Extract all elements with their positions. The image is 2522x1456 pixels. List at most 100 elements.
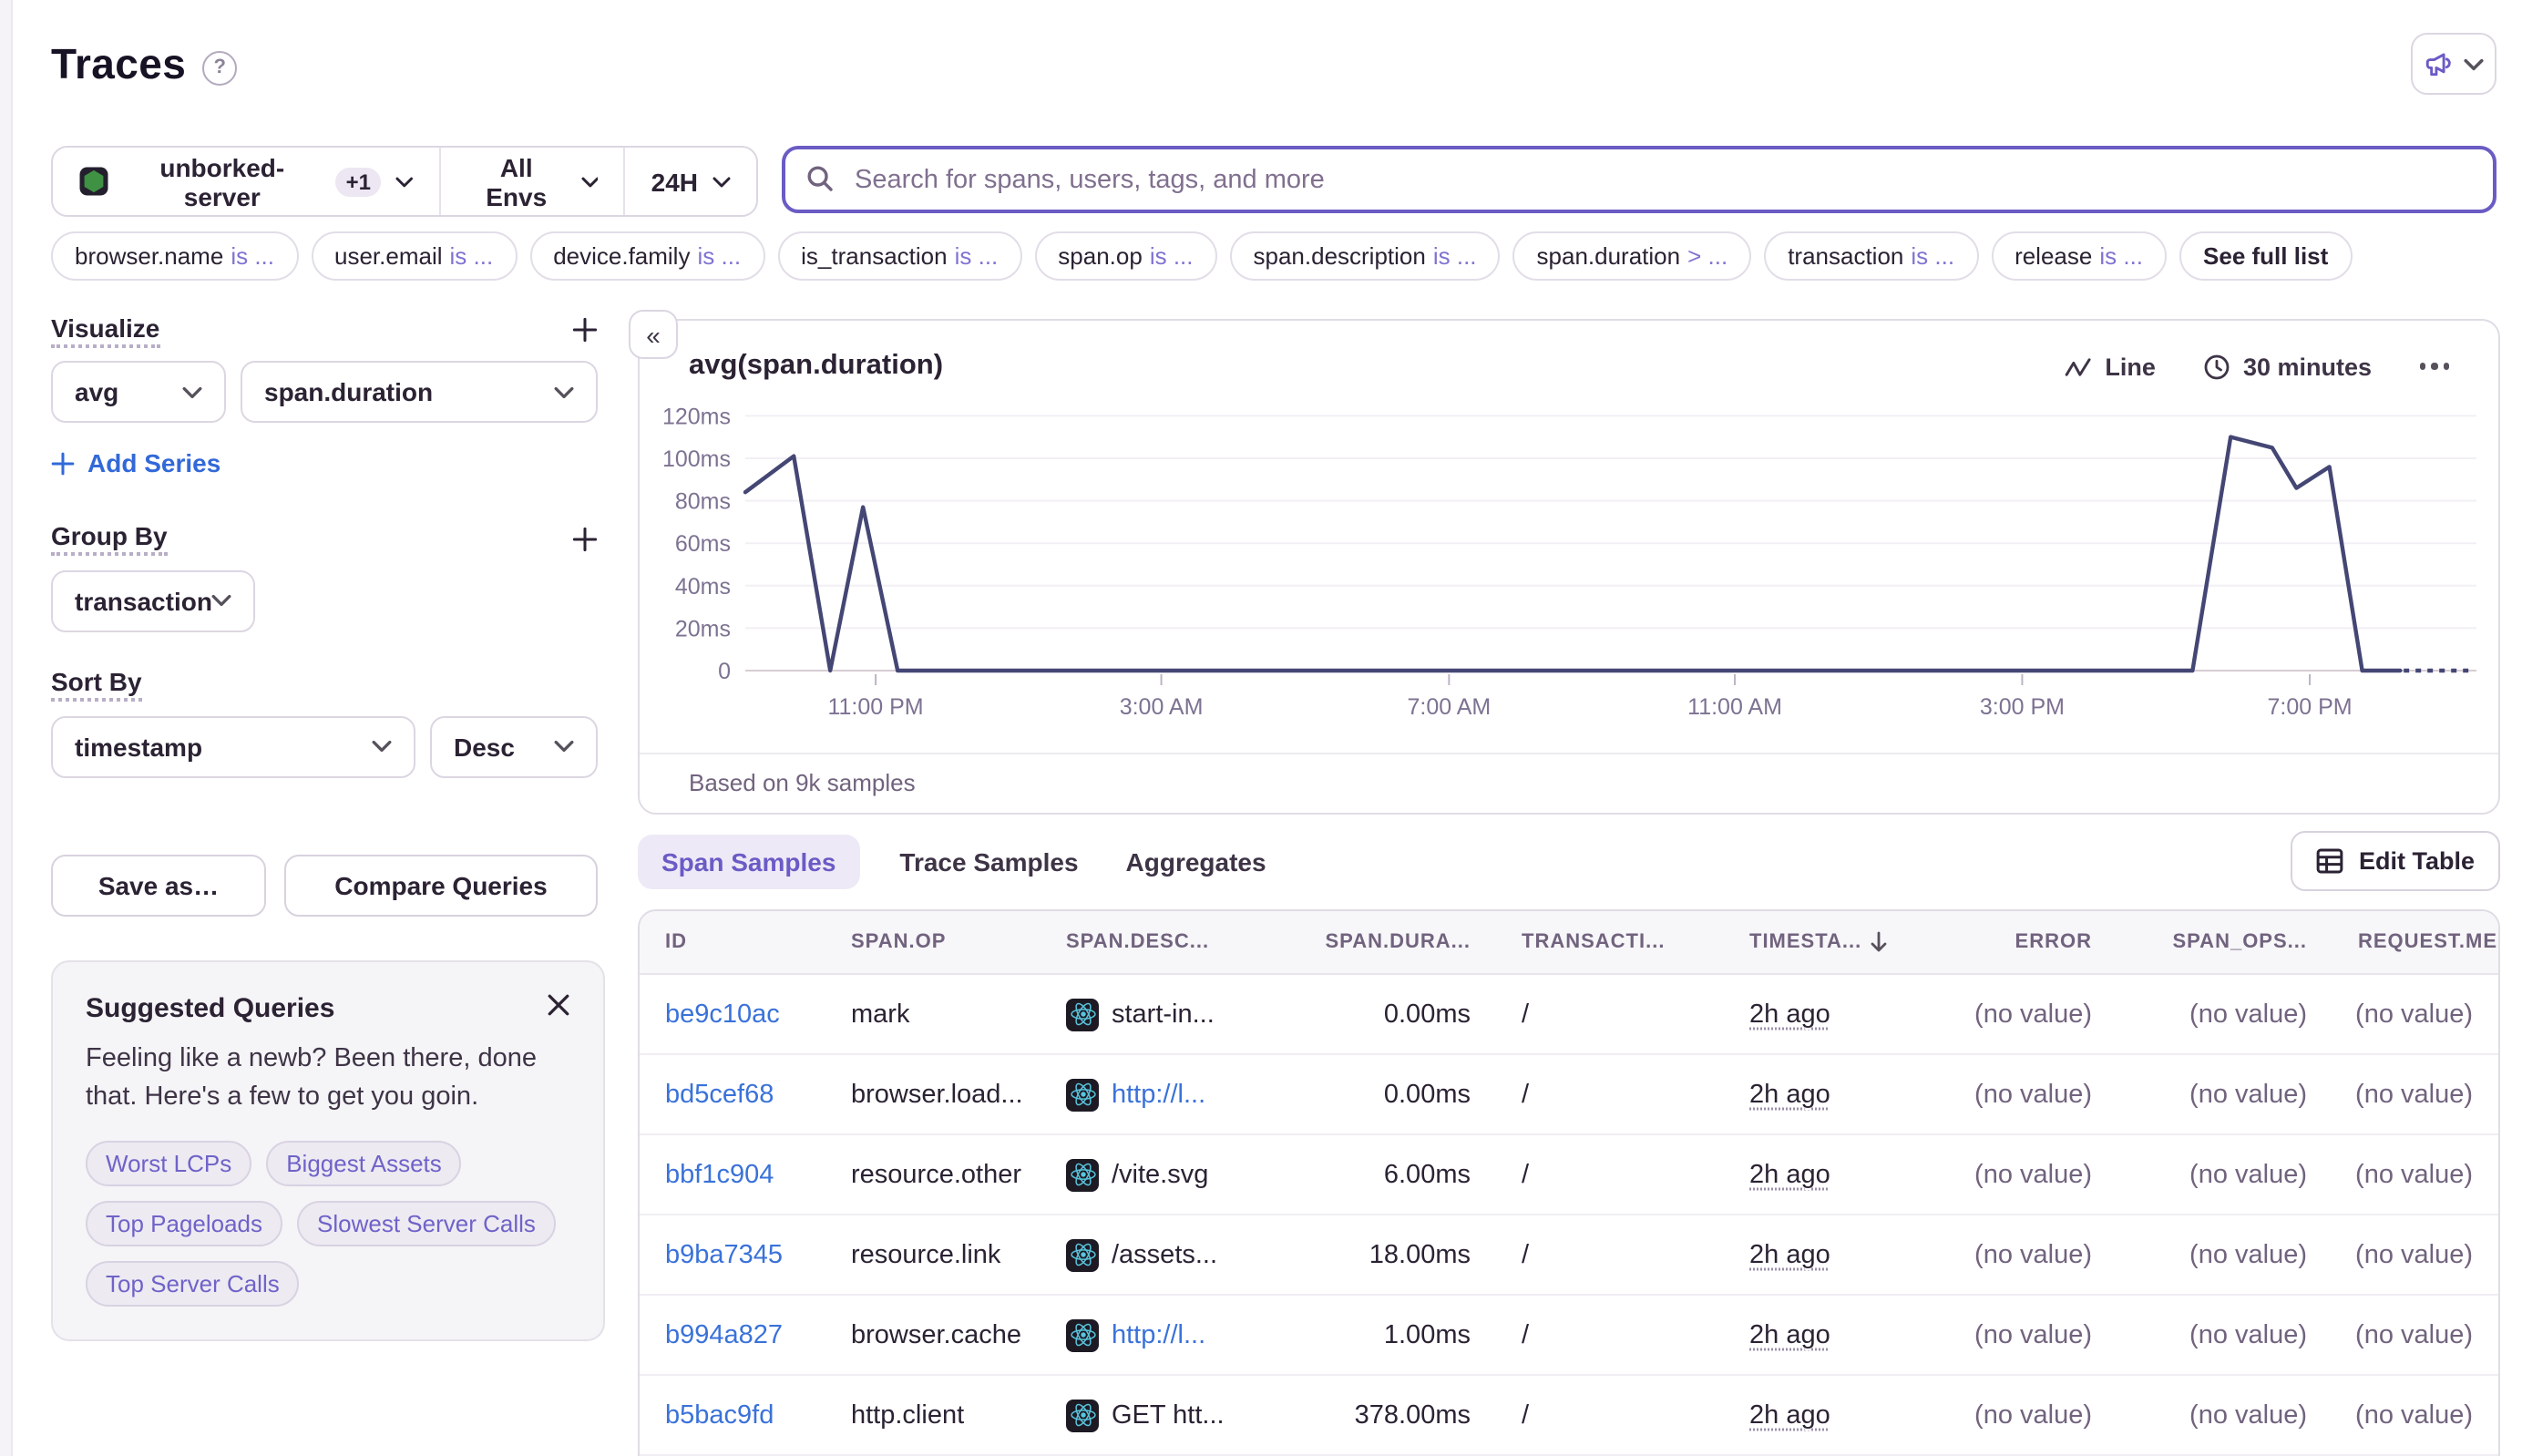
aggregate-select[interactable]: avg [51, 361, 226, 423]
group-by-select[interactable]: transaction [51, 569, 256, 631]
close-button[interactable] [543, 989, 574, 1025]
chevron-down-icon [212, 594, 232, 607]
filter-chip-user.email[interactable]: user.emailis ... [311, 231, 517, 281]
whats-new-button[interactable] [2411, 33, 2496, 95]
sort-direction-select[interactable]: Desc [430, 715, 598, 777]
add-group-by-button[interactable] [572, 526, 598, 551]
chip-condition: is ... [1911, 242, 1954, 270]
span-description-text: GET htt... [1112, 1400, 1225, 1430]
timestamp-text: 2h ago [1749, 1160, 1830, 1189]
project-selector[interactable]: unborked-server +1 [53, 148, 439, 215]
column-label: REQUEST.ME... [2358, 931, 2500, 953]
filter-chip-span.duration[interactable]: span.duration> ... [1513, 231, 1752, 281]
chevron-down-icon [554, 740, 574, 753]
cell-span_op: browser.cache [825, 1296, 1041, 1374]
cell-error: (no value) [1913, 1376, 2117, 1454]
cell-id: bbf1c904 [640, 1135, 825, 1214]
compare-queries-button[interactable]: Compare Queries [284, 854, 598, 916]
span-id-link[interactable]: bd5cef68 [665, 1080, 774, 1109]
chart-type-control[interactable]: Line [2065, 353, 2156, 380]
sort-field-value: timestamp [75, 732, 202, 761]
filter-chip-browser.name[interactable]: browser.nameis ... [51, 231, 298, 281]
line-chart-icon [2065, 356, 2092, 376]
filter-chip-span.op[interactable]: span.opis ... [1034, 231, 1216, 281]
cell-timestamp: 2h ago [1724, 1215, 1913, 1294]
filter-chip-transaction[interactable]: transactionis ... [1764, 231, 1978, 281]
chevron-down-icon [580, 176, 599, 187]
suggested-query-pill[interactable]: Worst LCPs [86, 1141, 251, 1186]
span-id-link[interactable]: b9ba7345 [665, 1240, 783, 1269]
react-platform-icon [1066, 1158, 1099, 1191]
span_duration-text: 6.00ms [1384, 1160, 1471, 1189]
suggested-query-pill[interactable]: Biggest Assets [266, 1141, 462, 1186]
cell-id: b5bac9fd [640, 1376, 825, 1454]
suggested-query-pill[interactable]: Top Pageloads [86, 1201, 282, 1246]
span_op-text: resource.other [851, 1160, 1021, 1189]
tab-span-samples[interactable]: Span Samples [638, 834, 859, 888]
span-id-link[interactable]: bbf1c904 [665, 1160, 774, 1189]
filter-chip-span.description[interactable]: span.descriptionis ... [1230, 231, 1501, 281]
column-header-error[interactable]: ERROR [1913, 911, 2117, 973]
see-full-list-button[interactable]: See full list [2179, 231, 2352, 281]
transaction-text: / [1522, 1160, 1529, 1189]
environment-selector[interactable]: All Envs [441, 148, 623, 215]
cell-span_ops: (no value) [2117, 1055, 2332, 1133]
filter-chip-is_transaction[interactable]: is_transactionis ... [777, 231, 1021, 281]
add-series-button[interactable]: Add Series [51, 448, 220, 477]
add-visualize-button[interactable] [572, 317, 598, 343]
table-row: b5bac9fdhttp.clientGET htt...378.00ms/2h… [640, 1376, 2498, 1456]
add-series-label: Add Series [87, 448, 220, 477]
filter-chip-device.family[interactable]: device.familyis ... [529, 231, 764, 281]
column-header-span_description[interactable]: SPAN.DESC... [1041, 911, 1277, 973]
svg-text:7:00 AM: 7:00 AM [1407, 694, 1491, 720]
tab-trace-samples[interactable]: Trace Samples [892, 834, 1085, 888]
column-header-span_op[interactable]: SPAN.OP [825, 911, 1041, 973]
chip-condition: is ... [955, 242, 999, 270]
plus-icon [51, 451, 75, 475]
chip-field: device.family [553, 242, 690, 270]
span-description-link[interactable]: http://l... [1112, 1320, 1205, 1349]
span-id-link[interactable]: b994a827 [665, 1320, 783, 1349]
span-samples-table: IDSPAN.OPSPAN.DESC...SPAN.DURA...TRANSAC… [638, 909, 2500, 1456]
span_op-text: http.client [851, 1400, 964, 1430]
sort-field-select[interactable]: timestamp [51, 715, 415, 777]
column-header-timestamp[interactable]: TIMESTA... [1724, 911, 1913, 973]
column-header-transaction[interactable]: TRANSACTI... [1496, 911, 1724, 973]
collapse-sidebar-button[interactable]: « [629, 310, 678, 359]
cell-timestamp: 2h ago [1724, 975, 1913, 1053]
svg-text:11:00 AM: 11:00 AM [1687, 694, 1782, 720]
edit-table-button[interactable]: Edit Table [2291, 831, 2500, 891]
suggested-query-pill[interactable]: Top Server Calls [86, 1261, 300, 1307]
span_op-text: browser.load... [851, 1080, 1023, 1109]
filter-chip-release[interactable]: releaseis ... [1991, 231, 2167, 281]
visualize-field-select[interactable]: span.duration [241, 361, 598, 423]
page-filter-row: unborked-server +1 All Envs 24H [51, 146, 2496, 217]
timestamp-text: 2h ago [1749, 1320, 1830, 1349]
chart-type-label: Line [2105, 353, 2156, 380]
column-header-id[interactable]: ID [640, 911, 825, 973]
help-icon[interactable]: ? [202, 50, 237, 85]
date-range-selector[interactable]: 24H [626, 148, 756, 215]
span-id-link[interactable]: be9c10ac [665, 1000, 780, 1029]
suggested-query-pill[interactable]: Slowest Server Calls [297, 1201, 556, 1246]
span-description-text: start-in... [1112, 1000, 1215, 1029]
column-header-request_method[interactable]: REQUEST.ME... [2332, 911, 2500, 973]
span-id-link[interactable]: b5bac9fd [665, 1400, 774, 1430]
close-icon [547, 992, 570, 1016]
sort-direction-value: Desc [454, 732, 515, 761]
span-description-link[interactable]: http://l... [1112, 1080, 1205, 1109]
save-as-button[interactable]: Save as… [51, 854, 266, 916]
cell-span_op: resource.other [825, 1135, 1041, 1214]
column-header-span_ops[interactable]: SPAN_OPS... [2117, 911, 2332, 973]
more-options-icon[interactable] [2419, 364, 2449, 370]
tab-aggregates[interactable]: Aggregates [1119, 834, 1274, 888]
cell-error: (no value) [1913, 1296, 2117, 1374]
plus-icon [572, 526, 598, 551]
chip-field: release [2015, 242, 2092, 270]
column-header-span_duration[interactable]: SPAN.DURA... [1277, 911, 1496, 973]
chart-interval-control[interactable]: 30 minutes [2203, 353, 2372, 380]
chevron-down-icon [2464, 57, 2484, 70]
search-input[interactable] [782, 146, 2496, 213]
span_duration-text: 1.00ms [1384, 1320, 1471, 1349]
transaction-text: / [1522, 1400, 1529, 1430]
